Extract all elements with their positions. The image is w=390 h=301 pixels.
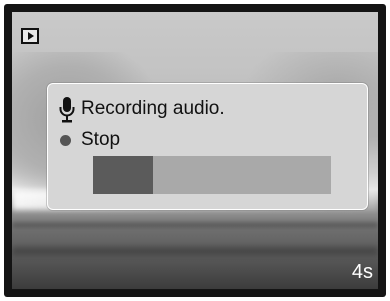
stop-bullet-icon (60, 135, 71, 146)
recording-progress-fill (93, 156, 153, 194)
recording-audio-dialog: Recording audio. Stop (47, 83, 368, 210)
recording-timer: 4s (351, 261, 373, 283)
stop-option[interactable]: Stop (81, 129, 120, 151)
microphone-icon (59, 97, 75, 123)
photo-water-streak (12, 222, 378, 228)
photo-water-streak (12, 247, 378, 255)
recording-progress-bar (93, 156, 331, 194)
dialog-title: Recording audio. (81, 98, 225, 119)
playback-mode-icon (21, 28, 39, 44)
camera-lcd-screen: Recording audio. Stop 4s (4, 4, 386, 297)
